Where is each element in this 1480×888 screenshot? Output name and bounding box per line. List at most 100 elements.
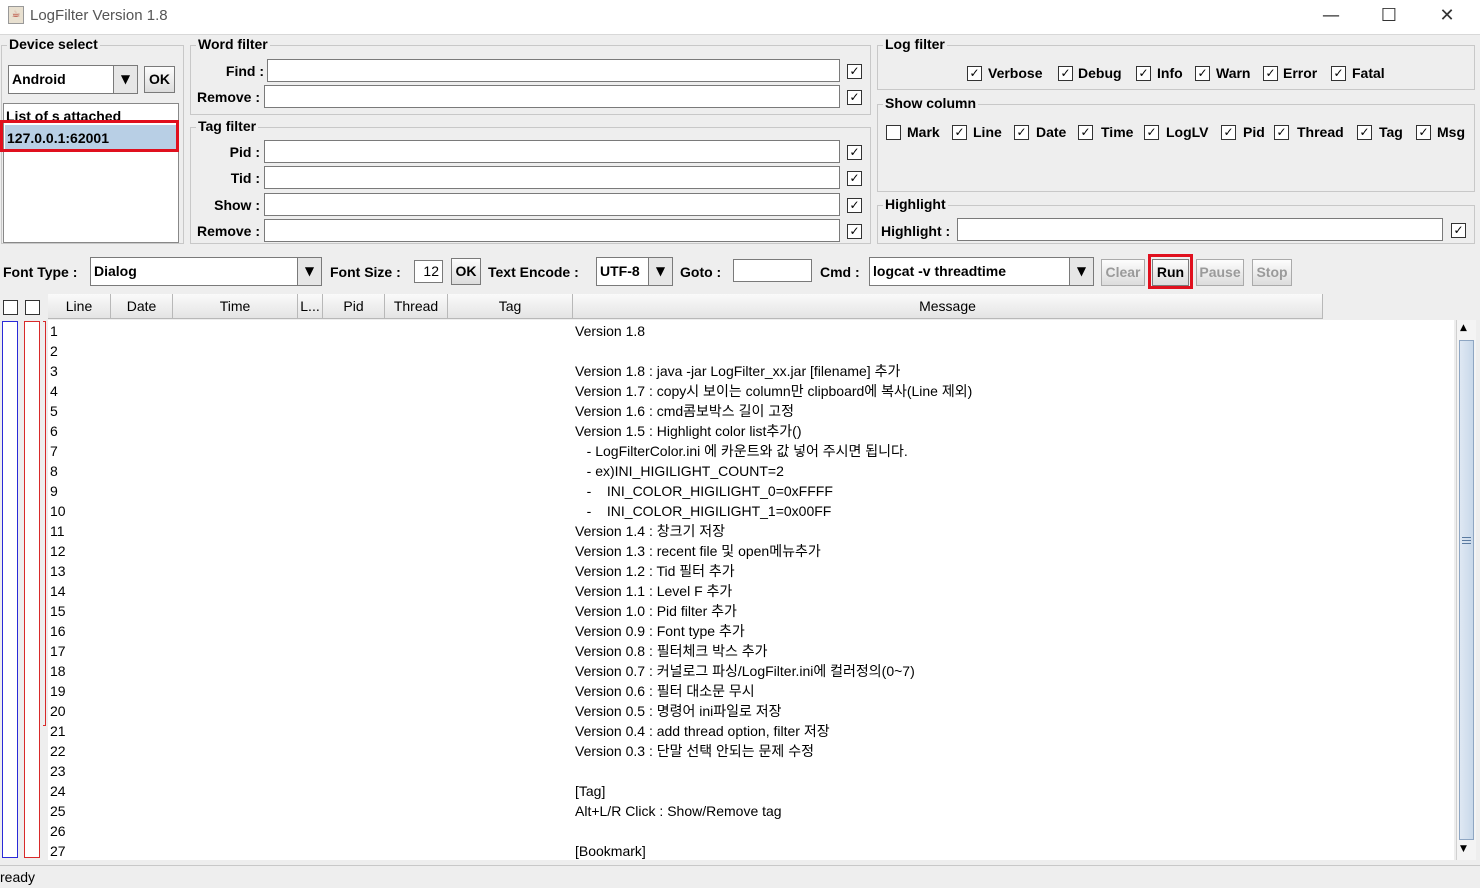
chevron-down-icon[interactable]: ▼ xyxy=(1069,258,1093,285)
stop-button[interactable]: Stop xyxy=(1252,259,1292,286)
pause-button[interactable]: Pause xyxy=(1196,259,1244,286)
table-row[interactable]: 11 Version 1.4 : 창크기 저장 xyxy=(48,521,1454,541)
bookmark-strip[interactable] xyxy=(2,321,18,858)
error-checkbox[interactable]: ✓ xyxy=(1263,66,1278,81)
table-row[interactable]: 4 Version 1.7 : copy시 보이는 column만 clipboa… xyxy=(48,381,1454,401)
table-row[interactable]: 2 xyxy=(48,341,1454,361)
row-line-number: 20 xyxy=(50,703,66,719)
column-header-thread[interactable]: Thread xyxy=(385,294,448,319)
remove-word-input[interactable] xyxy=(264,85,840,108)
mark-all-checkbox-2[interactable] xyxy=(25,300,40,315)
minimize-button[interactable]: — xyxy=(1302,0,1360,34)
error-label: Error xyxy=(1283,65,1318,81)
mark-all-checkbox-1[interactable] xyxy=(3,300,18,315)
table-row[interactable]: 7 - LogFilterColor.ini 에 카운트와 값 넣어 주시면 됩… xyxy=(48,441,1454,461)
clear-button[interactable]: Clear xyxy=(1101,259,1145,286)
remove-tag-checkbox[interactable]: ✓ xyxy=(847,224,862,239)
table-row[interactable]: 14 Version 1.1 : Level F 추가 xyxy=(48,581,1454,601)
fatal-checkbox[interactable]: ✓ xyxy=(1331,66,1346,81)
find-checkbox[interactable]: ✓ xyxy=(847,64,862,79)
word-filter-title: Word filter xyxy=(196,36,270,52)
text-encode-combo[interactable]: UTF-8 ▼ xyxy=(596,257,673,286)
table-row[interactable]: 24 [Tag] xyxy=(48,781,1454,801)
table-row[interactable]: 21 Version 0.4 : add thread option, filte… xyxy=(48,721,1454,741)
row-message: Version 1.7 : copy시 보이는 column만 clipboar… xyxy=(575,383,973,399)
highlight-checkbox[interactable]: ✓ xyxy=(1451,223,1466,238)
table-row[interactable]: 10 - INI_COLOR_HIGILIGHT_1=0x00FF xyxy=(48,501,1454,521)
device-ok-button[interactable]: OK xyxy=(144,66,175,93)
device-type-combo[interactable]: Android ▼ xyxy=(8,65,138,94)
maximize-button[interactable]: ☐ xyxy=(1360,0,1418,34)
column-header-line[interactable]: Line xyxy=(48,294,111,319)
table-row[interactable]: 27 [Bookmark] xyxy=(48,841,1454,860)
font-size-input[interactable]: 12 xyxy=(414,260,443,283)
table-row[interactable]: 1 Version 1.8 xyxy=(48,321,1454,341)
table-row[interactable]: 25 Alt+L/R Click : Show/Remove tag xyxy=(48,801,1454,821)
table-row[interactable]: 18 Version 0.7 : 커널로그 파싱/LogFilter.ini에 컬… xyxy=(48,661,1454,681)
tid-checkbox[interactable]: ✓ xyxy=(847,171,862,186)
mark-column-checkbox[interactable] xyxy=(886,125,901,140)
remove-word-checkbox[interactable]: ✓ xyxy=(847,90,862,105)
column-header-pid[interactable]: Pid xyxy=(323,294,385,319)
table-row[interactable]: 5 Version 1.6 : cmd콤보박스 길이 고정 xyxy=(48,401,1454,421)
font-size-ok-button[interactable]: OK xyxy=(451,258,481,285)
column-header-tag[interactable]: Tag xyxy=(448,294,573,319)
scroll-up-icon[interactable]: ▲ xyxy=(1460,323,1467,333)
table-row[interactable]: 17 Version 0.8 : 필터체크 박스 추가 xyxy=(48,641,1454,661)
thread-column-checkbox[interactable]: ✓ xyxy=(1274,125,1289,140)
chevron-down-icon[interactable]: ▼ xyxy=(113,66,137,93)
vertical-scrollbar[interactable]: ▲ ▼ xyxy=(1456,320,1476,860)
table-row[interactable]: 3 Version 1.8 : java -jar LogFilter_xx.ja… xyxy=(48,361,1454,381)
scroll-down-icon[interactable]: ▼ xyxy=(1460,844,1467,854)
goto-input[interactable] xyxy=(733,259,812,282)
table-row[interactable]: 19 Version 0.6 : 필터 대소문 무시 xyxy=(48,681,1454,701)
remove-tag-input[interactable] xyxy=(264,219,840,242)
scrollbar-thumb[interactable] xyxy=(1459,340,1474,840)
table-row[interactable]: 6 Version 1.5 : Highlight color list추가() xyxy=(48,421,1454,441)
table-row[interactable]: 26 xyxy=(48,821,1454,841)
time-column-checkbox[interactable]: ✓ xyxy=(1078,125,1093,140)
chevron-down-icon[interactable]: ▼ xyxy=(648,258,672,285)
font-type-combo[interactable]: Dialog ▼ xyxy=(90,257,322,286)
table-row[interactable]: 16 Version 0.9 : Font type 추가 xyxy=(48,621,1454,641)
table-row[interactable]: 13 Version 1.2 : Tid 필터 추가 xyxy=(48,561,1454,581)
column-header-loglevel[interactable]: L... xyxy=(298,294,323,319)
row-line-number: 12 xyxy=(50,543,66,559)
warn-checkbox[interactable]: ✓ xyxy=(1195,66,1210,81)
error-strip[interactable] xyxy=(24,321,40,858)
row-message: [Bookmark] xyxy=(575,843,646,859)
table-row[interactable]: 9 - INI_COLOR_HIGILIGHT_0=0xFFFF xyxy=(48,481,1454,501)
column-header-message[interactable]: Message xyxy=(573,294,1323,319)
table-row[interactable]: 23 xyxy=(48,761,1454,781)
loglv-column-checkbox[interactable]: ✓ xyxy=(1144,125,1159,140)
table-row[interactable]: 22 Version 0.3 : 단말 선택 안되는 문제 수정 xyxy=(48,741,1454,761)
chevron-down-icon[interactable]: ▼ xyxy=(297,258,321,285)
row-line-number: 4 xyxy=(50,383,58,399)
msg-column-checkbox[interactable]: ✓ xyxy=(1416,125,1431,140)
table-row[interactable]: 15 Version 1.0 : Pid filter 추가 xyxy=(48,601,1454,621)
column-header-time[interactable]: Time xyxy=(173,294,298,319)
verbose-checkbox[interactable]: ✓ xyxy=(967,66,982,81)
pid-checkbox[interactable]: ✓ xyxy=(847,145,862,160)
date-column-checkbox[interactable]: ✓ xyxy=(1014,125,1029,140)
line-column-checkbox[interactable]: ✓ xyxy=(952,125,967,140)
close-button[interactable]: ✕ xyxy=(1418,0,1476,34)
pid-column-checkbox[interactable]: ✓ xyxy=(1221,125,1236,140)
highlight-input[interactable] xyxy=(957,218,1443,241)
row-line-number: 15 xyxy=(50,603,66,619)
info-checkbox[interactable]: ✓ xyxy=(1136,66,1151,81)
pid-input[interactable] xyxy=(264,140,840,163)
show-tag-checkbox[interactable]: ✓ xyxy=(847,198,862,213)
row-message: - LogFilterColor.ini 에 카운트와 값 넣어 주시면 됩니다… xyxy=(575,443,908,459)
table-row[interactable]: 8 - ex)INI_HIGILIGHT_COUNT=2 xyxy=(48,461,1454,481)
show-tag-input[interactable] xyxy=(264,193,840,216)
find-input[interactable] xyxy=(267,59,840,82)
cmd-combo[interactable]: logcat -v threadtime ▼ xyxy=(869,257,1094,286)
table-row[interactable]: 12 Version 1.3 : recent file 및 open메뉴추가 xyxy=(48,541,1454,561)
column-header-date[interactable]: Date xyxy=(111,294,173,319)
tid-input[interactable] xyxy=(264,166,840,189)
log-rows[interactable]: 1 Version 1.8 2 3 Version 1.8 : java -jar Lo… xyxy=(48,320,1454,860)
tag-column-checkbox[interactable]: ✓ xyxy=(1357,125,1372,140)
debug-checkbox[interactable]: ✓ xyxy=(1058,66,1073,81)
table-row[interactable]: 20 Version 0.5 : 명령어 ini파일로 저장 xyxy=(48,701,1454,721)
